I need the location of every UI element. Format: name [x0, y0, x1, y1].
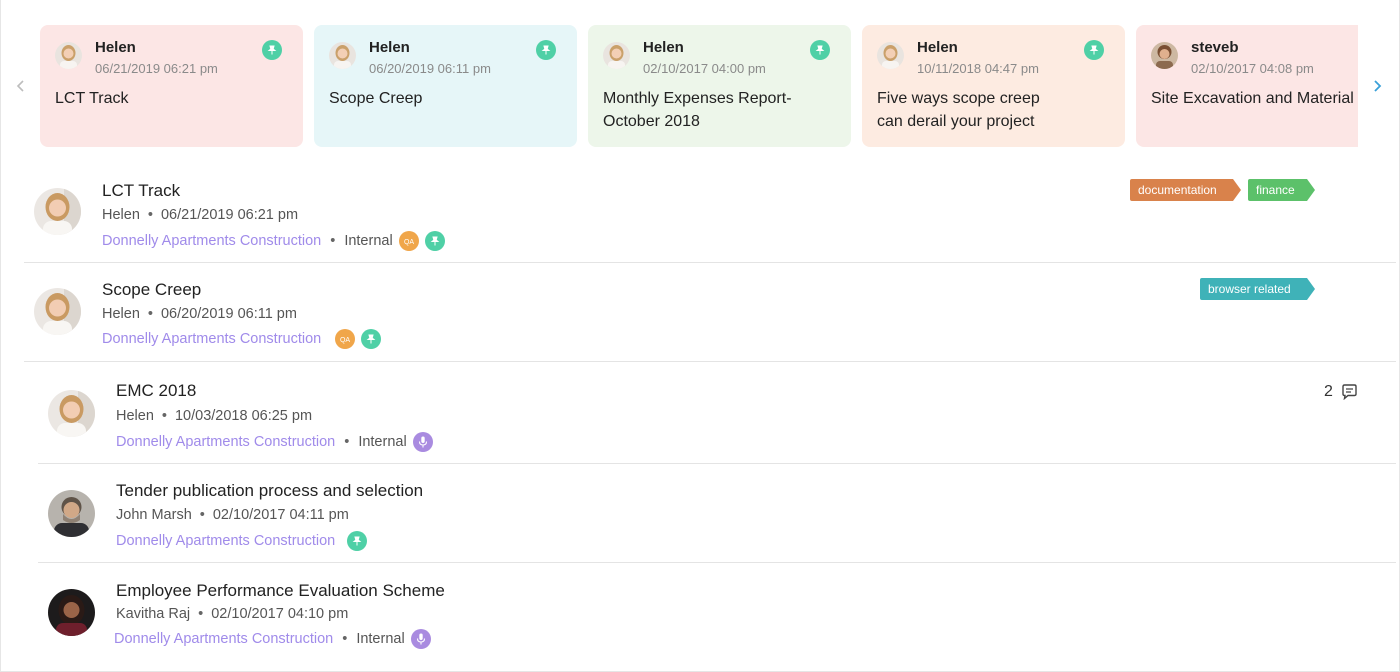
tag-finance[interactable]: finance [1248, 179, 1315, 201]
card-date: 06/20/2019 06:11 pm [369, 61, 491, 76]
list-item[interactable]: Scope Creep Helen • 06/20/2019 06:11 pm Do… [24, 270, 1396, 362]
item-project-line: Donnelly Apartments Construction [116, 531, 368, 551]
item-author: Helen [102, 306, 140, 322]
item-project-line: Donnelly Apartments Construction QA [102, 329, 382, 349]
item-date: 02/10/2017 04:11 pm [212, 507, 349, 523]
project-link[interactable]: Donnelly Apartments Construction [116, 533, 335, 549]
pinned-card[interactable]: Helen 02/10/2017 04:00 pm Monthly Expens… [588, 25, 851, 147]
card-author: Helen [369, 39, 410, 56]
visibility-label: Internal [356, 631, 405, 647]
item-author: Helen [116, 408, 154, 424]
card-title: Site Excavation and Material [1151, 90, 1354, 107]
item-author: Kavitha Raj [116, 606, 191, 622]
avatar [877, 42, 904, 69]
pin-icon[interactable] [262, 40, 282, 60]
tag-documentation[interactable]: documentation [1130, 179, 1241, 201]
card-title: Five ways scope creep can derail your pr… [877, 90, 1040, 130]
pinned-card[interactable]: Helen 06/21/2019 06:21 pm LCT Track [40, 25, 303, 147]
list-item[interactable]: Employee Performance Evaluation Scheme K… [38, 570, 1396, 662]
pin-icon[interactable] [536, 40, 556, 60]
divider [24, 361, 1396, 362]
item-date: 06/20/2019 06:11 pm [160, 306, 297, 322]
item-date: 06/21/2019 06:21 pm [160, 207, 299, 223]
item-meta: Kavitha Raj • 02/10/2017 04:10 pm [116, 606, 349, 622]
cards-viewport: Helen 06/21/2019 06:21 pm LCT Track Hele… [40, 25, 1358, 147]
avatar [603, 42, 630, 69]
card-title: Monthly Expenses Report- October 2018 [603, 90, 792, 130]
pinned-carousel: Helen 06/21/2019 06:21 pm LCT Track Hele… [0, 0, 1400, 160]
card-date: 02/10/2017 04:00 pm [643, 61, 766, 76]
card-author: Helen [95, 39, 136, 56]
list-item[interactable]: LCT Track Helen • 06/21/2019 06:21 pm Donn… [24, 170, 1396, 262]
item-title[interactable]: EMC 2018 [116, 381, 196, 401]
avatar [48, 390, 95, 437]
comment-count[interactable]: 2 [1324, 383, 1358, 401]
card-title: LCT Track [55, 90, 129, 107]
item-meta: John Marsh • 02/10/2017 04:11 pm [116, 507, 349, 523]
avatar [34, 288, 81, 335]
divider [38, 463, 1396, 464]
avatar [1151, 42, 1178, 69]
item-title[interactable]: Employee Performance Evaluation Scheme [116, 581, 445, 601]
pin-icon[interactable] [810, 40, 830, 60]
card-author: steveb [1191, 39, 1239, 56]
avatar [329, 42, 356, 69]
chevron-right-icon[interactable] [1369, 78, 1385, 94]
qa-badge: QA [335, 329, 356, 349]
item-project-line: Donnelly Apartments Construction • Interna… [114, 629, 431, 649]
item-title[interactable]: LCT Track [102, 181, 180, 201]
card-author: Helen [917, 39, 958, 56]
item-title[interactable]: Tender publication process and selection [116, 481, 423, 501]
qa-badge: QA [398, 231, 419, 251]
pinned-card[interactable]: steveb 02/10/2017 04:08 pm Site Excavati… [1136, 25, 1358, 147]
card-title: Scope Creep [329, 90, 423, 107]
item-project-line: Donnelly Apartments Construction • Interna… [102, 231, 445, 251]
item-project-line: Donnelly Apartments Construction • Interna… [116, 432, 433, 452]
project-link[interactable]: Donnelly Apartments Construction [102, 331, 321, 347]
project-link[interactable]: Donnelly Apartments Construction [116, 434, 335, 450]
divider [24, 262, 1396, 263]
item-meta: Helen • 10/03/2018 06:25 pm [116, 408, 313, 424]
avatar [55, 42, 82, 69]
card-author: Helen [643, 39, 684, 56]
avatar [34, 188, 81, 235]
item-date: 02/10/2017 04:10 pm [211, 606, 349, 622]
comment-icon [1342, 384, 1357, 400]
mic-icon [410, 629, 431, 649]
item-author: Helen [102, 207, 140, 223]
qa-badge-label: QA [404, 239, 414, 246]
avatar [48, 589, 95, 636]
visibility-label: Internal [358, 434, 407, 450]
pinned-card[interactable]: Helen 06/20/2019 06:11 pm Scope Creep [314, 25, 577, 147]
item-meta: Helen • 06/20/2019 06:11 pm [102, 306, 297, 322]
tag-browser-related[interactable]: browser related [1200, 278, 1315, 300]
list-item[interactable]: EMC 2018 Helen • 10/03/2018 06:25 pm Donne… [38, 370, 1396, 463]
mic-icon [412, 432, 433, 452]
pin-icon[interactable] [361, 329, 382, 349]
divider [38, 562, 1396, 563]
qa-badge-label: QA [340, 337, 350, 344]
project-link[interactable]: Donnelly Apartments Construction [114, 631, 333, 647]
item-date: 10/03/2018 06:25 pm [174, 408, 313, 424]
item-author: John Marsh [116, 507, 192, 523]
pin-icon[interactable] [347, 531, 368, 551]
list-item[interactable]: Tender publication process and selection… [38, 470, 1396, 562]
pin-icon[interactable] [1084, 40, 1104, 60]
project-link[interactable]: Donnelly Apartments Construction [102, 233, 321, 249]
pinned-card[interactable]: Helen 10/11/2018 04:47 pm Five ways scop… [862, 25, 1125, 147]
visibility-label: Internal [344, 233, 393, 249]
item-meta: Helen • 06/21/2019 06:21 pm [102, 207, 299, 223]
avatar [48, 490, 95, 537]
chevron-left-icon[interactable] [13, 78, 29, 94]
pin-icon[interactable] [424, 231, 445, 251]
card-date: 06/21/2019 06:21 pm [95, 61, 218, 76]
card-date: 02/10/2017 04:08 pm [1191, 61, 1314, 76]
item-title[interactable]: Scope Creep [102, 280, 201, 300]
card-date: 10/11/2018 04:47 pm [917, 61, 1039, 76]
